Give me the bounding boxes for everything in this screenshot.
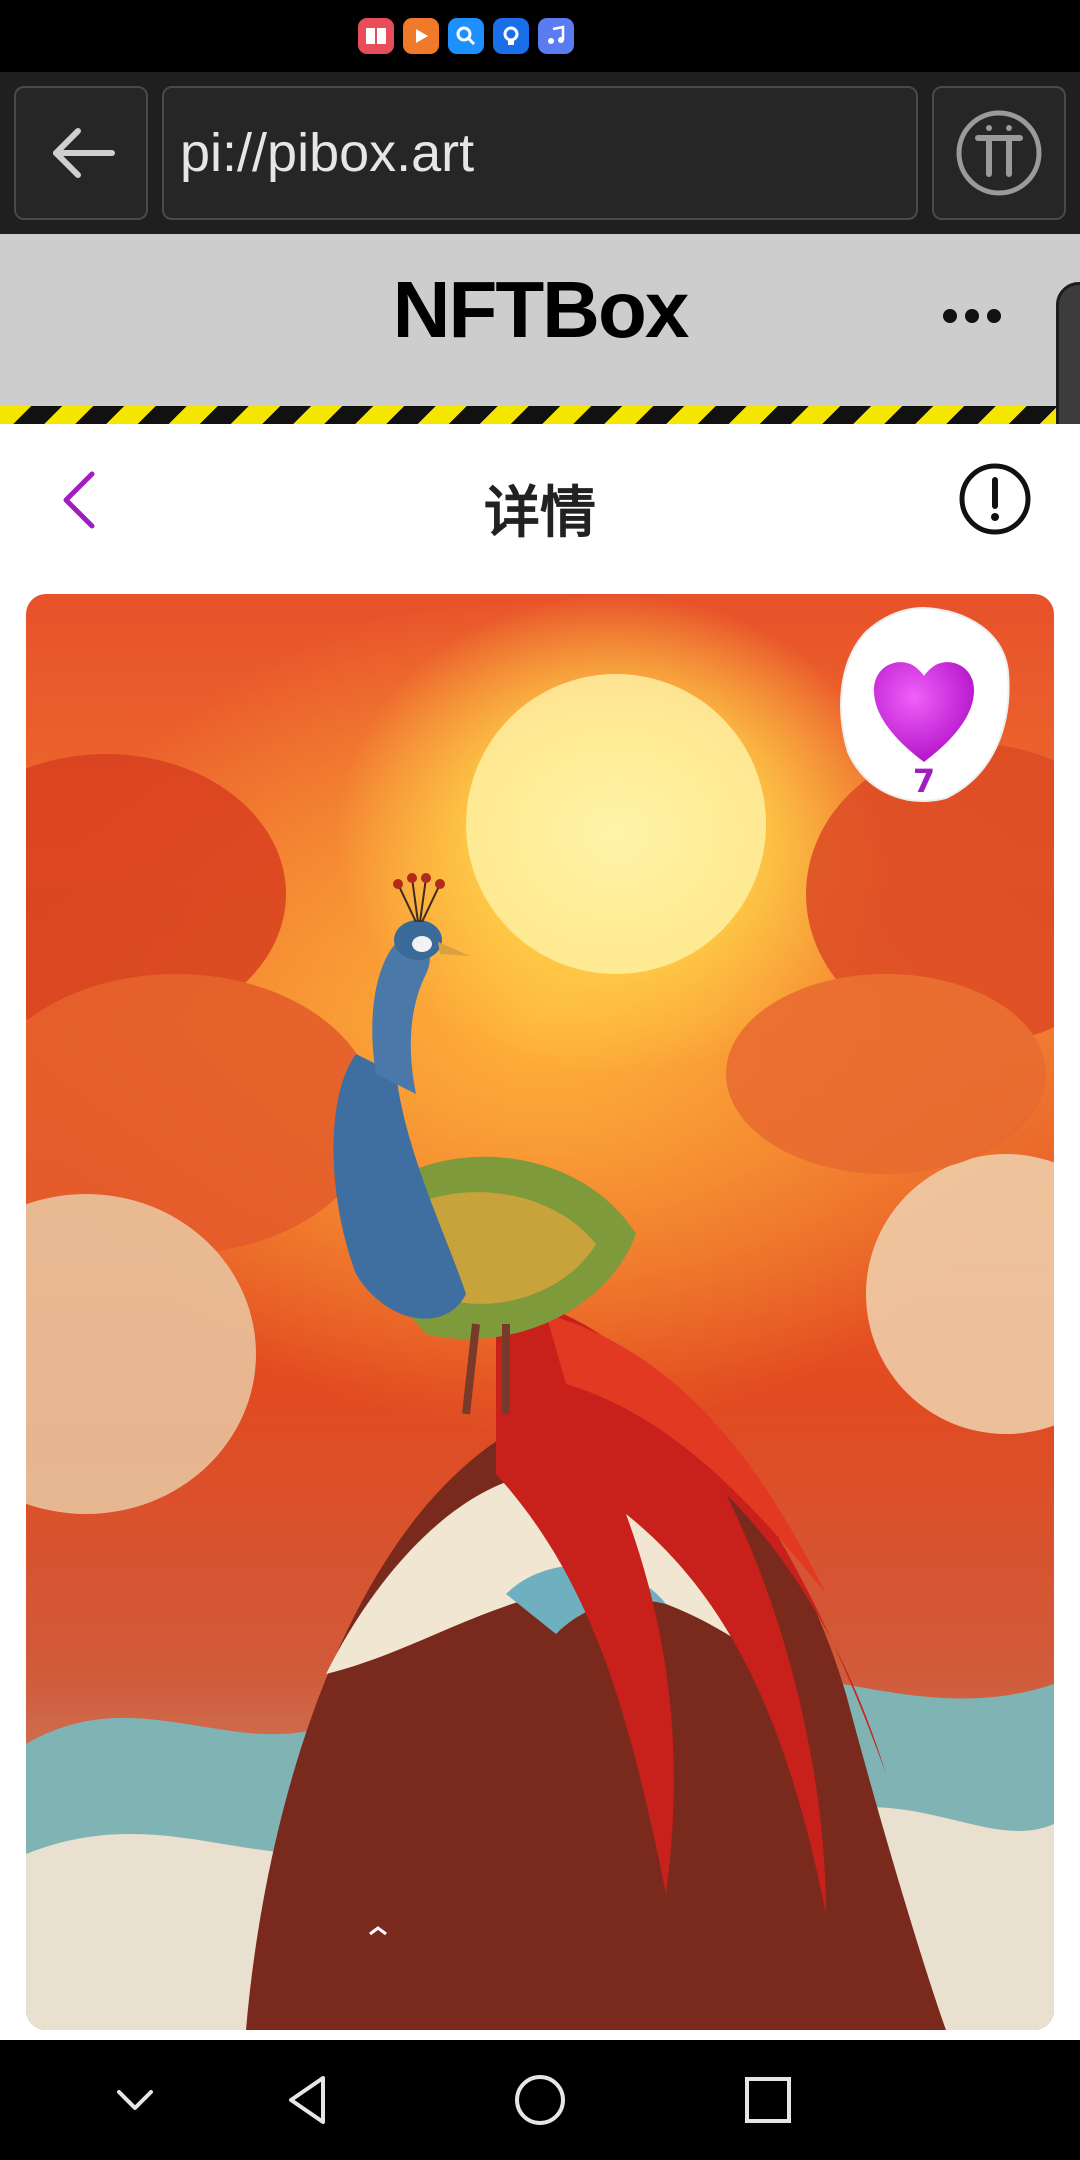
home-circle-icon[interactable]: [510, 2070, 570, 2130]
pi-browser-button[interactable]: [932, 86, 1066, 220]
notification-icons: [358, 18, 574, 54]
exclamation-circle-icon[interactable]: [956, 460, 1034, 538]
url-text: pi://pibox.art: [180, 123, 475, 183]
artwork-image[interactable]: [26, 594, 1054, 2030]
books-icon: [358, 18, 394, 54]
peacock-phoenix-painting: [26, 674, 1054, 2030]
status-bar: [0, 0, 1080, 72]
collapse-icon[interactable]: [105, 2070, 165, 2130]
detail-page: 详情 7: [0, 424, 1080, 2040]
like-count: 7: [912, 762, 936, 800]
music-icon: [538, 18, 574, 54]
browser-toolbar: pi://pibox.art: [0, 72, 1080, 234]
hazard-stripe-divider: [0, 406, 1080, 424]
more-horizontal-icon[interactable]: [940, 304, 1004, 328]
recents-square-icon[interactable]: [738, 2070, 798, 2130]
app-header: NFTBox: [0, 234, 1080, 406]
video-icon: [403, 18, 439, 54]
arrow-left-icon: [53, 128, 115, 178]
search-app-icon: [448, 18, 484, 54]
app-title: NFTBox: [392, 265, 690, 354]
page-title: 详情: [484, 481, 596, 546]
like-badge[interactable]: 7: [836, 602, 1012, 808]
back-triangle-icon[interactable]: [279, 2070, 339, 2130]
pi-logo-icon: [956, 110, 1042, 196]
browser-back-button[interactable]: [14, 86, 148, 220]
system-nav-bar: [0, 2040, 1080, 2160]
url-bar[interactable]: pi://pibox.art: [162, 86, 918, 220]
tips-icon: [493, 18, 529, 54]
